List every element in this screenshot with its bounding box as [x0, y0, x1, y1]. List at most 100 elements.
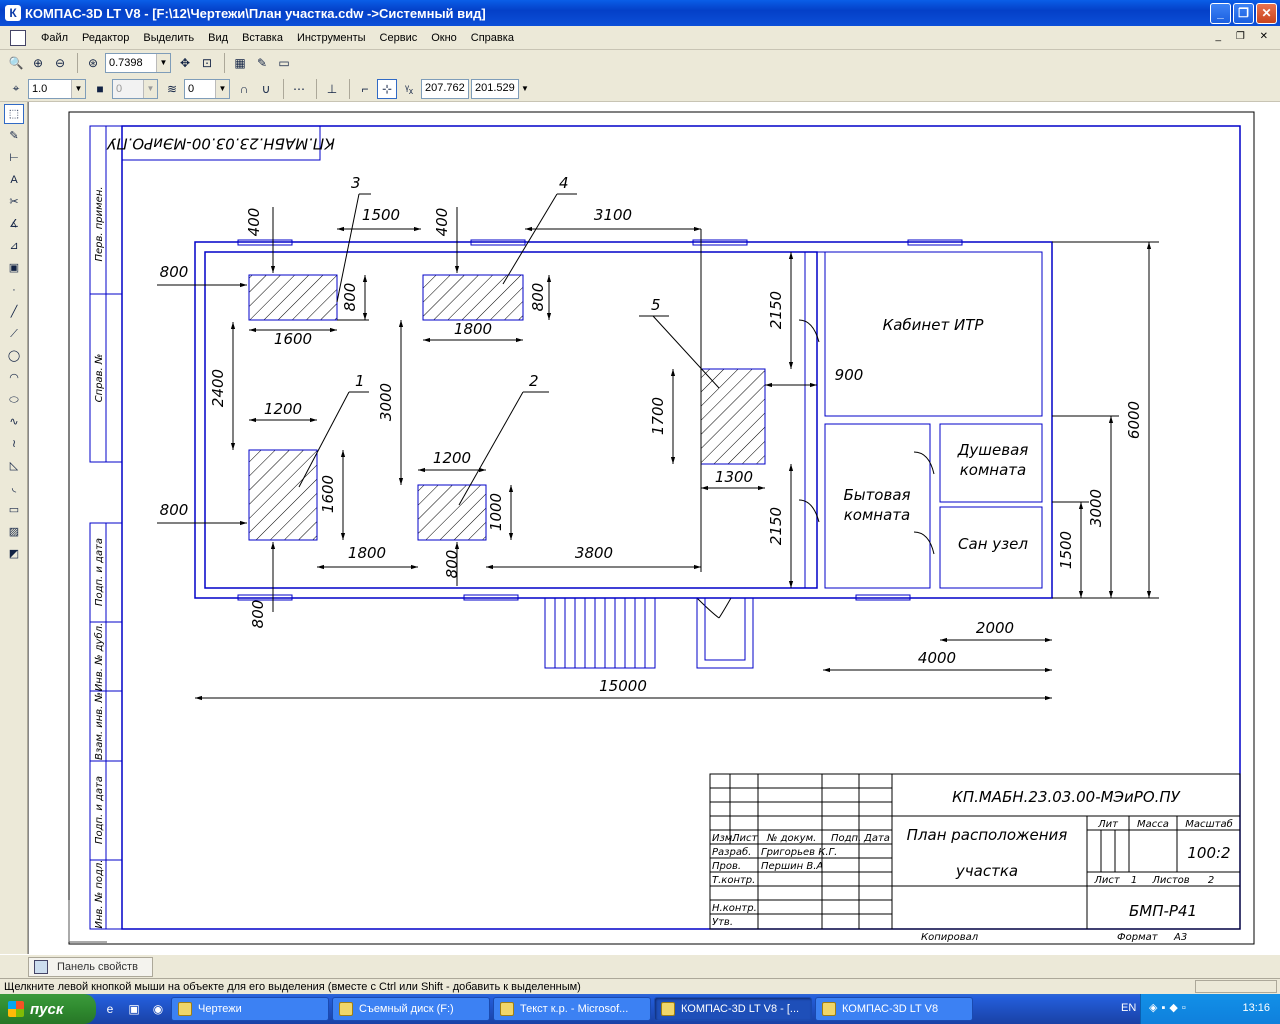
task-kompas-active[interactable]: КОМПАС-3D LT V8 - [...: [654, 997, 812, 1021]
menu-view[interactable]: Вид: [201, 32, 235, 44]
fillet-icon[interactable]: ◟: [4, 478, 24, 498]
tools-icon[interactable]: ✎: [252, 53, 272, 73]
edit-tool-icon[interactable]: ✂: [4, 192, 24, 212]
task-removable-disk[interactable]: Съемный диск (F:): [332, 997, 490, 1021]
magnet-icon[interactable]: ∩: [234, 79, 254, 99]
parametrize-tool-icon[interactable]: ∡: [4, 214, 24, 234]
mdi-window-controls[interactable]: _ ❐ ✕: [1216, 31, 1274, 42]
start-button[interactable]: пуск: [0, 994, 96, 1024]
room-wc: Сан узел: [958, 535, 1028, 553]
grid-icon[interactable]: ⋯: [289, 79, 309, 99]
properties-icon: [34, 960, 48, 974]
title-format-value: А3: [1173, 932, 1187, 943]
title-row-prov: Пров.: [712, 861, 741, 872]
menu-select[interactable]: Выделить: [136, 32, 201, 44]
show-all-icon[interactable]: ⊡: [197, 53, 217, 73]
title-bar[interactable]: К КОМПАС-3D LT V8 - [F:\12\Чертежи\План …: [0, 0, 1280, 26]
segment-icon[interactable]: ⟋: [4, 324, 24, 344]
circle-icon[interactable]: ◯: [4, 346, 24, 366]
side-label-perv: Перв. примен.: [94, 186, 105, 261]
callout-3: 3: [351, 174, 361, 192]
task-kompas[interactable]: КОМПАС-3D LT V8: [815, 997, 973, 1021]
spline-icon[interactable]: ∿: [4, 412, 24, 432]
room-living-2: комната: [844, 506, 910, 524]
menu-window[interactable]: Окно: [424, 32, 464, 44]
left-stamp: Перв. примен. Справ. № Подп. и дата Инв.…: [89, 125, 123, 930]
dim-15000: 15000: [599, 677, 647, 695]
zoom-combo[interactable]: 0.7398 ▼: [105, 53, 171, 73]
title-row-razrab: Разраб.: [712, 846, 751, 858]
ie-icon[interactable]: e: [100, 999, 120, 1019]
coord-x-field[interactable]: 207.762: [421, 78, 469, 99]
title-row-nkontr: Н.контр.: [712, 903, 757, 914]
chevron-down-icon[interactable]: ▼: [215, 79, 229, 98]
select-tool-icon[interactable]: ⬚: [4, 104, 24, 124]
language-indicator[interactable]: EN: [1121, 1002, 1136, 1014]
title-col-doc: № докум.: [766, 833, 816, 844]
layer-combo[interactable]: 0 ▼: [184, 78, 230, 99]
zoom-window-icon[interactable]: 🔍: [6, 53, 26, 73]
tray-icons[interactable]: ◈▪◆▫: [1149, 1001, 1190, 1014]
title-org: БМП-Р41: [1129, 902, 1197, 920]
chevron-down-icon[interactable]: ▼: [521, 84, 529, 93]
menu-editor[interactable]: Редактор: [75, 32, 136, 44]
layers-icon[interactable]: ≋: [162, 79, 182, 99]
rebuild-icon[interactable]: ▦: [230, 53, 250, 73]
pan-icon[interactable]: ✥: [175, 53, 195, 73]
ellipse-icon[interactable]: ⬭: [4, 390, 24, 410]
line-icon[interactable]: ╱: [4, 302, 24, 322]
zoom-out-icon[interactable]: ⊖: [50, 53, 70, 73]
menu-help[interactable]: Справка: [464, 32, 521, 44]
task-folder[interactable]: Чертежи: [171, 997, 329, 1021]
callout-2: 2: [529, 372, 539, 390]
dim-1500-right: 1500: [1057, 531, 1075, 569]
ortho-icon[interactable]: ⌐: [355, 79, 375, 99]
minimize-button[interactable]: _: [1210, 3, 1231, 24]
property-panel-tab[interactable]: Панель свойств: [28, 957, 153, 977]
menu-insert[interactable]: Вставка: [235, 32, 290, 44]
display-icon[interactable]: ▭: [274, 53, 294, 73]
menu-tools[interactable]: Инструменты: [290, 32, 373, 44]
hatch-icon[interactable]: ▨: [4, 522, 24, 542]
coord-y-field[interactable]: 201.529: [471, 78, 519, 99]
menu-file[interactable]: Файл: [34, 32, 75, 44]
macro-icon[interactable]: ◩: [4, 544, 24, 564]
round-icon[interactable]: ⊹: [377, 78, 397, 99]
drawing-canvas[interactable]: Перв. примен. Справ. № Подп. и дата Инв.…: [28, 102, 1280, 954]
arc-icon[interactable]: ◠: [4, 368, 24, 388]
document-icon[interactable]: [10, 29, 26, 46]
rectangle-icon[interactable]: ▭: [4, 500, 24, 520]
symbols-tool-icon[interactable]: A: [4, 170, 24, 190]
menu-service[interactable]: Сервис: [373, 32, 425, 44]
style-value: 0: [116, 82, 123, 95]
step-combo[interactable]: 1.0 ▼: [28, 78, 86, 99]
title-mass: Масса: [1137, 819, 1169, 830]
local-cs-icon[interactable]: ⊥: [322, 79, 342, 99]
step-value: 1.0: [32, 82, 48, 95]
title-scale-value: 100:2: [1187, 844, 1230, 862]
chevron-down-icon[interactable]: ▼: [71, 79, 85, 98]
dimensions-tool-icon[interactable]: ⊢: [4, 148, 24, 168]
desktop-icon[interactable]: ▣: [124, 999, 144, 1019]
chamfer-icon[interactable]: ◺: [4, 456, 24, 476]
style-combo[interactable]: 0 ▼: [112, 78, 158, 99]
step-cursor-icon[interactable]: ⌖: [6, 79, 26, 99]
point-icon[interactable]: ·: [4, 280, 24, 300]
dim-3800: 3800: [575, 544, 613, 562]
geometry-tool-icon[interactable]: ✎: [4, 126, 24, 146]
side-label-podp1: Подп. и дата: [94, 538, 105, 606]
dim-1200-box1: 1200: [264, 400, 302, 418]
chevron-down-icon[interactable]: ▼: [143, 79, 157, 98]
local-snap-icon[interactable]: ∪: [256, 79, 276, 99]
close-button[interactable]: ✕: [1256, 3, 1277, 24]
style-icon[interactable]: ■: [90, 79, 110, 99]
zoom-scale-icon[interactable]: ⊛: [83, 53, 103, 73]
bezier-icon[interactable]: ≀: [4, 434, 24, 454]
task-word[interactable]: Текст к.р. - Microsof...: [493, 997, 651, 1021]
media-player-icon[interactable]: ◉: [148, 999, 168, 1019]
measure-tool-icon[interactable]: ⊿: [4, 236, 24, 256]
zoom-in-icon[interactable]: ⊕: [28, 53, 48, 73]
chevron-down-icon[interactable]: ▼: [156, 54, 170, 72]
restore-button[interactable]: ❐: [1233, 3, 1254, 24]
select-mode-icon[interactable]: ▣: [4, 258, 24, 278]
